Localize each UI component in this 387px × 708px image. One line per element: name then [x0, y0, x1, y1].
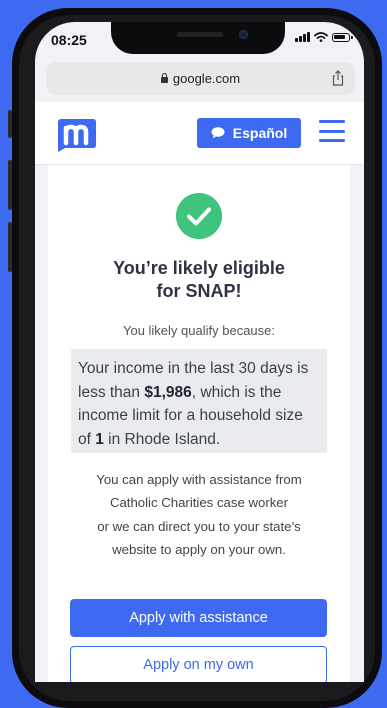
reason-box: Your income in the last 30 days is less … — [71, 349, 327, 453]
reason-label: You likely qualify because: — [122, 323, 275, 338]
apply-info-line3: or we can direct you to your state’s — [97, 518, 301, 534]
battery-icon — [332, 32, 353, 42]
apply-with-assistance-button[interactable]: Apply with assistance — [70, 599, 327, 637]
household-size: 1 — [95, 430, 104, 448]
reason-text-3: in Rhode Island. — [103, 430, 221, 448]
share-icon[interactable] — [331, 70, 345, 86]
wifi-icon — [314, 32, 328, 42]
notch — [111, 22, 285, 54]
url-display[interactable]: google.com — [46, 71, 355, 86]
result-title-line1: You’re likely eligible — [113, 258, 285, 278]
language-label: Español — [232, 125, 288, 141]
address-bar[interactable]: google.com — [46, 62, 355, 95]
income-limit: $1,986 — [144, 383, 192, 401]
eligibility-card: You’re likely eligible for SNAP! You lik… — [48, 165, 350, 682]
hamburger-menu-icon[interactable] — [319, 120, 345, 142]
apply-info-line4: website to apply on your own. — [112, 541, 286, 557]
phone-screen: 08:25 google.com Español You’re likely e… — [35, 22, 364, 682]
language-button[interactable]: Español — [197, 118, 301, 148]
checkmark-icon — [176, 193, 222, 239]
lock-icon — [160, 73, 168, 83]
apply-on-my-own-button[interactable]: Apply on my own — [70, 646, 327, 682]
url-text: google.com — [172, 71, 241, 86]
camera — [239, 30, 248, 39]
logo-icon[interactable] — [55, 116, 99, 152]
apply-info: You can apply with assistance from Catho… — [48, 468, 350, 561]
signal-icon — [295, 32, 310, 42]
chat-bubble-icon — [211, 127, 225, 139]
apply-info-line2: Catholic Charities case worker — [109, 495, 289, 511]
phone-volume-up — [8, 160, 12, 210]
status-time: 08:25 — [51, 32, 87, 48]
result-title-line2: for SNAP! — [156, 281, 242, 301]
apply-info-line1: You can apply with assistance from — [96, 472, 302, 487]
status-icons — [295, 32, 353, 42]
speaker — [177, 32, 223, 37]
app-header: Español — [35, 102, 364, 165]
phone-volume-down — [8, 222, 12, 272]
result-title: You’re likely eligible for SNAP! — [48, 257, 350, 303]
phone-side-button — [8, 110, 12, 138]
